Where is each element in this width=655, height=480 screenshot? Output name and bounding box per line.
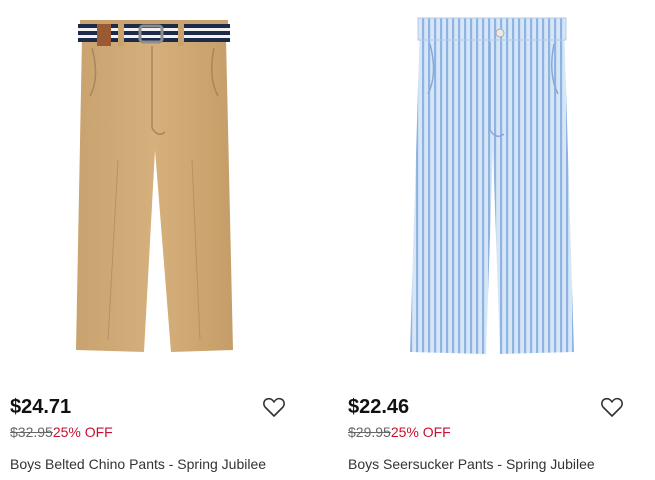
product-image-link[interactable] (0, 0, 300, 370)
seersucker-pants-image (410, 17, 574, 354)
discount-badge: 25% OFF (52, 424, 113, 440)
product-image-link[interactable] (338, 0, 638, 370)
product-title[interactable]: Boys Seersucker Pants - Spring Jubilee (348, 456, 595, 472)
sale-price: $22.46 (348, 396, 410, 418)
favorite-button[interactable] (600, 396, 624, 418)
price-row: $32.9525% OFF (10, 424, 113, 440)
discount-badge: 25% OFF (390, 424, 451, 440)
original-price: $29.95 (348, 424, 391, 440)
price-row: $29.9525% OFF (348, 424, 451, 440)
original-price: $32.95 (10, 424, 53, 440)
product-card: $22.46 $29.9525% OFF Boys Seersucker Pan… (338, 0, 638, 480)
sale-price: $24.71 (10, 396, 72, 418)
favorite-button[interactable] (262, 396, 286, 418)
chino-pants-image (76, 20, 233, 352)
product-card: $24.71 $32.9525% OFF Boys Belted Chino P… (0, 0, 300, 480)
heart-outline-icon (263, 397, 285, 417)
product-title[interactable]: Boys Belted Chino Pants - Spring Jubilee (10, 456, 266, 472)
heart-outline-icon (601, 397, 623, 417)
